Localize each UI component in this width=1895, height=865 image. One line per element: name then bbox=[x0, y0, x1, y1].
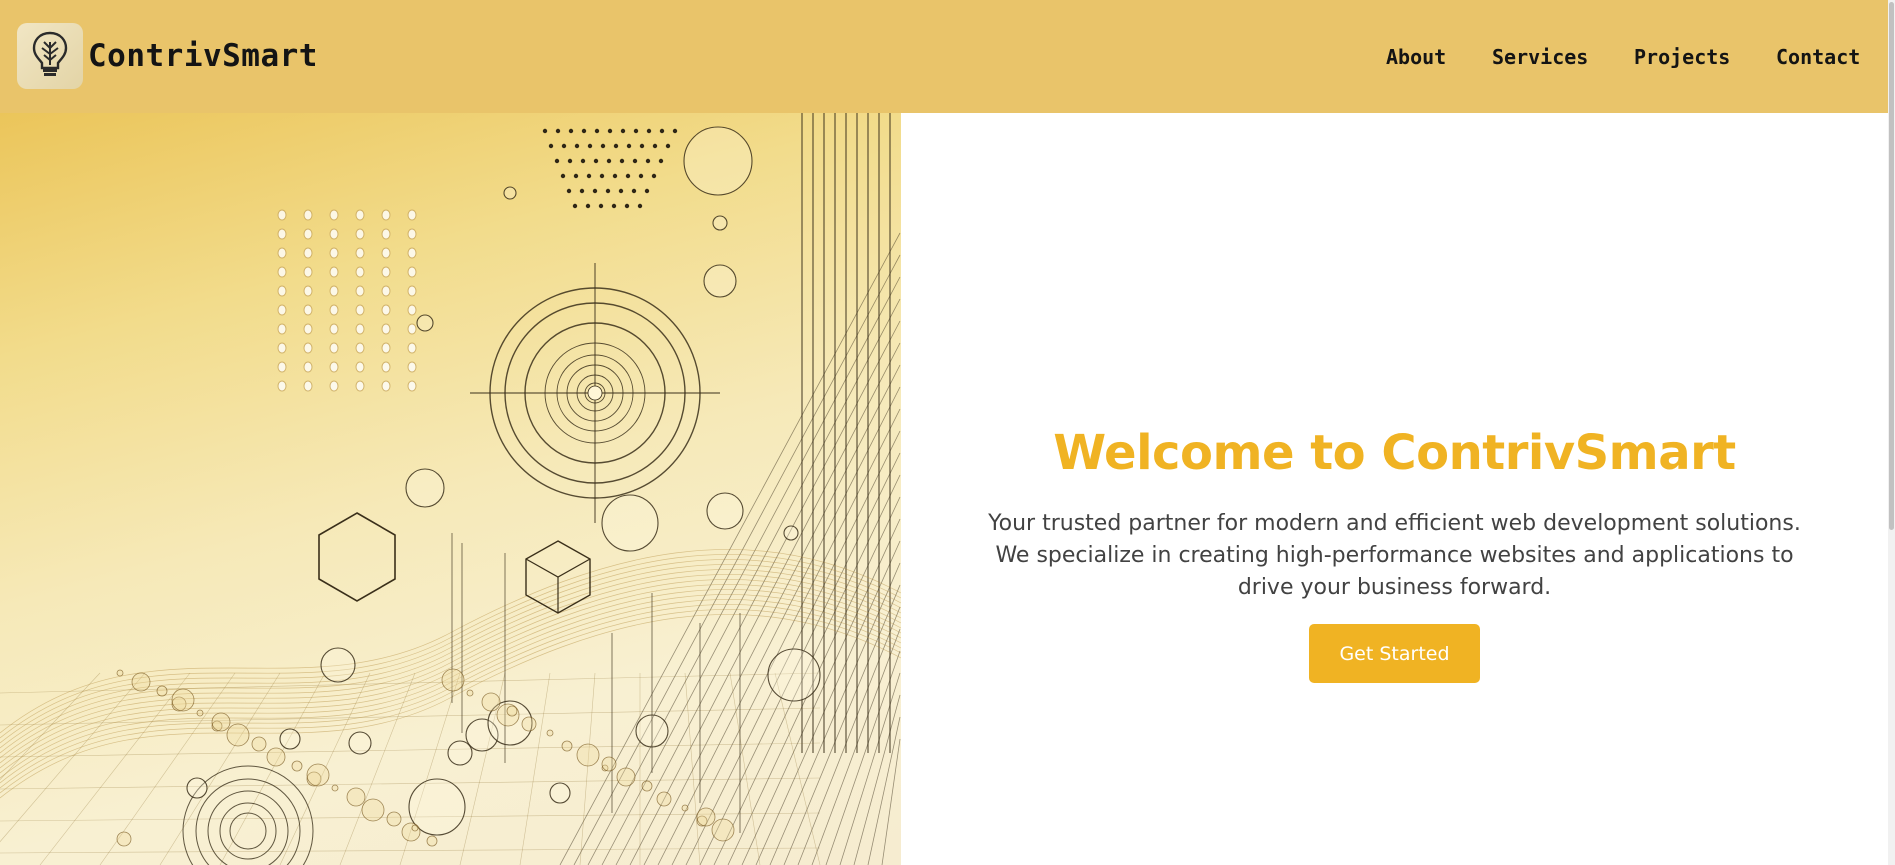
subtitle-line: Your trusted partner for modern and effi… bbox=[988, 511, 1801, 536]
site-header: ContrivSmart About Services Projects Con… bbox=[0, 0, 1888, 113]
scrollbar-thumb[interactable] bbox=[1889, 2, 1894, 530]
main-nav: About Services Projects Contact bbox=[0, 45, 1888, 69]
hero-illustration bbox=[0, 113, 901, 865]
nav-services[interactable]: Services bbox=[1492, 45, 1588, 69]
get-started-button[interactable]: Get Started bbox=[1309, 624, 1480, 683]
subtitle-line: We specialize in creating high-performan… bbox=[995, 543, 1794, 568]
hero-title: Welcome to ContrivSmart bbox=[1053, 425, 1736, 481]
nav-contact[interactable]: Contact bbox=[1776, 45, 1860, 69]
hero-subtitle: Your trusted partner for modern and effi… bbox=[971, 508, 1818, 604]
nav-about[interactable]: About bbox=[1386, 45, 1446, 69]
nav-projects[interactable]: Projects bbox=[1634, 45, 1730, 69]
scrollbar[interactable] bbox=[1888, 0, 1895, 865]
subtitle-line: drive your business forward. bbox=[1237, 575, 1552, 600]
hero-content: Welcome to ContrivSmart Your trusted par… bbox=[901, 113, 1888, 865]
